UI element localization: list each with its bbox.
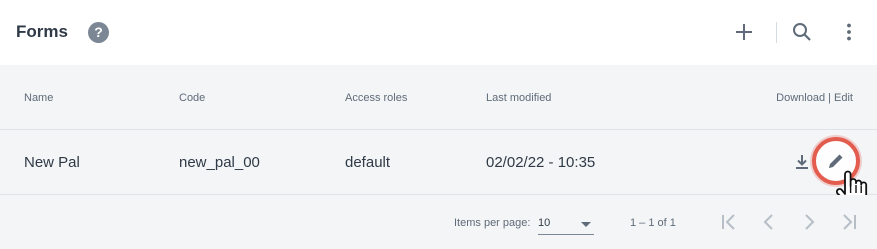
column-header-actions: Download | Edit (776, 92, 853, 104)
page-title: Forms (16, 22, 68, 41)
items-per-page-value: 10 (538, 217, 551, 229)
first-page-icon[interactable] (718, 211, 740, 233)
previous-page-icon[interactable] (758, 211, 780, 233)
cell-access-roles: default (345, 154, 391, 171)
column-header-code[interactable]: Code (179, 92, 205, 104)
cell-last-modified: 02/02/22 - 10:35 (486, 154, 596, 171)
more-vert-icon[interactable] (837, 20, 861, 44)
chevron-down-icon (581, 222, 591, 227)
page-header: Forms ? (0, 0, 877, 65)
header-divider (776, 22, 777, 43)
help-icon[interactable]: ? (88, 22, 109, 43)
add-icon[interactable] (732, 20, 756, 44)
column-header-name[interactable]: Name (24, 92, 53, 104)
items-per-page-label: Items per page: (454, 217, 531, 229)
search-icon[interactable] (790, 20, 814, 44)
cell-name: New Pal (24, 154, 80, 171)
range-label: 1 – 1 of 1 (630, 217, 676, 229)
last-page-icon[interactable] (838, 211, 860, 233)
column-header-access-roles[interactable]: Access roles (345, 92, 407, 104)
download-icon[interactable] (794, 153, 810, 171)
column-header-last-modified[interactable]: Last modified (486, 92, 551, 104)
paginator: Items per page: 10 1 – 1 of 1 (0, 195, 877, 249)
next-page-icon[interactable] (798, 211, 820, 233)
cell-code: new_pal_00 (179, 154, 260, 171)
items-per-page-select[interactable]: 10 (538, 212, 594, 235)
table-header: Name Code Access roles Last modified Dow… (0, 65, 877, 130)
table-row[interactable]: New Pal new_pal_00 default 02/02/22 - 10… (0, 130, 877, 195)
